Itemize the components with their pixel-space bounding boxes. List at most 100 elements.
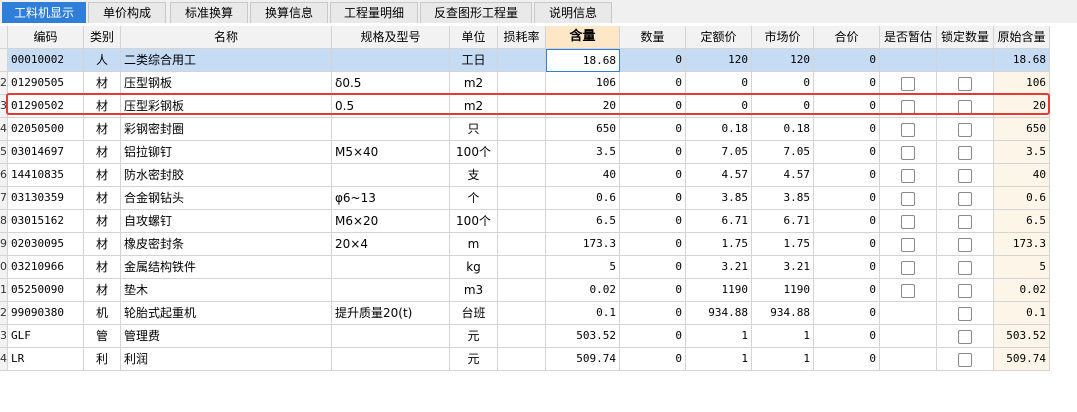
original-qty-cell[interactable]: 0.1: [994, 302, 1050, 325]
type-cell[interactable]: 利: [84, 348, 121, 371]
column-header-type[interactable]: 类别: [84, 26, 121, 49]
unit-cell[interactable]: m2: [450, 72, 498, 95]
market-price-cell[interactable]: 934.88: [752, 302, 814, 325]
tab-2[interactable]: 标准换算: [170, 2, 248, 23]
checkbox-box[interactable]: [901, 146, 915, 160]
market-price-cell[interactable]: 0: [752, 72, 814, 95]
checkbox-box[interactable]: [901, 77, 915, 91]
total-cell[interactable]: 0: [814, 95, 880, 118]
market-price-cell[interactable]: 1190: [752, 279, 814, 302]
column-header-lock[interactable]: 锁定数量: [937, 26, 994, 49]
row-number[interactable]: 3: [0, 95, 8, 118]
original-qty-cell[interactable]: 5: [994, 256, 1050, 279]
code-cell[interactable]: 14410835: [8, 164, 84, 187]
table-row[interactable]: 5 03014697 材铝拉铆钉 M5×40 100个 3.5 0 7.05 7.05 0 3.5: [0, 141, 1050, 164]
unit-cell[interactable]: 个: [450, 187, 498, 210]
unit-cell[interactable]: 工日: [450, 49, 498, 72]
table-row[interactable]: 4 LR 利利润元 509.74 0 1 1 0 509.74: [0, 348, 1050, 371]
quota-price-cell[interactable]: 3.85: [686, 187, 752, 210]
provisional-checkbox[interactable]: [880, 325, 937, 348]
market-price-cell[interactable]: 3.85: [752, 187, 814, 210]
checkbox-box[interactable]: [958, 192, 972, 206]
quota-price-cell[interactable]: 6.71: [686, 210, 752, 233]
name-cell[interactable]: 二类综合用工: [121, 49, 332, 72]
checkbox-box[interactable]: [958, 77, 972, 91]
lock-qty-checkbox[interactable]: [937, 279, 994, 302]
table-row[interactable]: 8 03015162 材自攻螺钉 M6×20 100个 6.5 0 6.71 6.71 0 6.5: [0, 210, 1050, 233]
market-price-cell[interactable]: 1.75: [752, 233, 814, 256]
amount-cell[interactable]: 0: [620, 187, 686, 210]
market-price-cell[interactable]: 7.05: [752, 141, 814, 164]
name-cell[interactable]: 彩钢密封圈: [121, 118, 332, 141]
quota-price-cell[interactable]: 0.18: [686, 118, 752, 141]
table-row[interactable]: 9 02030095 材橡皮密封条 20×4 m 173.3 0 1.75 1.75 0 173.3: [0, 233, 1050, 256]
loss-cell[interactable]: [498, 164, 546, 187]
original-qty-cell[interactable]: 18.68: [994, 49, 1050, 72]
qty-cell[interactable]: 503.52: [546, 325, 620, 348]
unit-cell[interactable]: 100个: [450, 141, 498, 164]
qty-cell[interactable]: 6.5: [546, 210, 620, 233]
loss-cell[interactable]: [498, 348, 546, 371]
row-number[interactable]: 6: [0, 164, 8, 187]
checkbox-box[interactable]: [901, 123, 915, 137]
spec-cell[interactable]: 20×4: [332, 233, 450, 256]
market-price-cell[interactable]: 0: [752, 95, 814, 118]
market-price-cell[interactable]: 1: [752, 348, 814, 371]
row-number[interactable]: 9: [0, 233, 8, 256]
type-cell[interactable]: 材: [84, 210, 121, 233]
row-number[interactable]: 2: [0, 302, 8, 325]
column-header-total[interactable]: 合价: [814, 26, 880, 49]
row-number[interactable]: 3: [0, 325, 8, 348]
provisional-checkbox[interactable]: [880, 348, 937, 371]
row-number[interactable]: 5: [0, 141, 8, 164]
type-cell[interactable]: 材: [84, 233, 121, 256]
code-cell[interactable]: GLF: [8, 325, 84, 348]
unit-cell[interactable]: 元: [450, 348, 498, 371]
original-qty-cell[interactable]: 650: [994, 118, 1050, 141]
quota-price-cell[interactable]: 934.88: [686, 302, 752, 325]
provisional-checkbox[interactable]: [880, 118, 937, 141]
quota-price-cell[interactable]: 0: [686, 95, 752, 118]
amount-cell[interactable]: 0: [620, 302, 686, 325]
table-row[interactable]: 4 02050500 材彩钢密封圈只 650 0 0.18 0.18 0 650: [0, 118, 1050, 141]
original-qty-cell[interactable]: 20: [994, 95, 1050, 118]
type-cell[interactable]: 材: [84, 256, 121, 279]
type-cell[interactable]: 材: [84, 141, 121, 164]
tab-3[interactable]: 换算信息: [250, 2, 328, 23]
spec-cell[interactable]: [332, 325, 450, 348]
original-qty-cell[interactable]: 40: [994, 164, 1050, 187]
code-cell[interactable]: 05250090: [8, 279, 84, 302]
qty-cell[interactable]: 18.68: [546, 49, 620, 72]
qty-cell[interactable]: 5: [546, 256, 620, 279]
quota-price-cell[interactable]: 4.57: [686, 164, 752, 187]
total-cell[interactable]: 0: [814, 141, 880, 164]
table-row[interactable]: 3 GLF 管管理费元 503.52 0 1 1 0 503.52: [0, 325, 1050, 348]
name-cell[interactable]: 压型钢板: [121, 72, 332, 95]
qty-cell[interactable]: 650: [546, 118, 620, 141]
table-row[interactable]: 2 01290505 材压型钢板 δ0.5 m2 106 0 0 0 0 106: [0, 72, 1050, 95]
code-cell[interactable]: 03015162: [8, 210, 84, 233]
total-cell[interactable]: 0: [814, 302, 880, 325]
quota-price-cell[interactable]: 7.05: [686, 141, 752, 164]
checkbox-box[interactable]: [901, 192, 915, 206]
lock-qty-checkbox[interactable]: [937, 233, 994, 256]
type-cell[interactable]: 材: [84, 95, 121, 118]
provisional-checkbox[interactable]: [880, 256, 937, 279]
tab-4[interactable]: 工程量明细: [330, 2, 418, 23]
provisional-checkbox[interactable]: [880, 49, 937, 72]
type-cell[interactable]: 机: [84, 302, 121, 325]
quota-price-cell[interactable]: 1.75: [686, 233, 752, 256]
column-header-qty[interactable]: 含量: [546, 26, 620, 49]
spec-cell[interactable]: [332, 256, 450, 279]
tab-1[interactable]: 单价构成: [88, 2, 166, 23]
name-cell[interactable]: 金属结构铁件: [121, 256, 332, 279]
amount-cell[interactable]: 0: [620, 141, 686, 164]
total-cell[interactable]: 0: [814, 325, 880, 348]
market-price-cell[interactable]: 6.71: [752, 210, 814, 233]
unit-cell[interactable]: 支: [450, 164, 498, 187]
market-price-cell[interactable]: 4.57: [752, 164, 814, 187]
name-cell[interactable]: 自攻螺钉: [121, 210, 332, 233]
column-header-spec[interactable]: 规格及型号: [332, 26, 450, 49]
name-cell[interactable]: 合金钢钻头: [121, 187, 332, 210]
provisional-checkbox[interactable]: [880, 164, 937, 187]
